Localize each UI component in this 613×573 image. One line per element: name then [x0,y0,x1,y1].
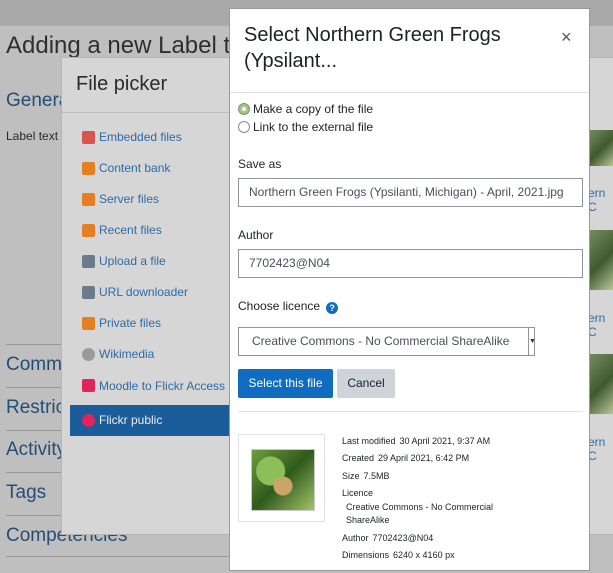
licence-select-value: Creative Commons - No Commercial ShareAl… [252,334,510,348]
choose-licence-text: Choose licence [238,299,321,313]
close-icon[interactable]: × [561,27,572,48]
repo-item-label: Private files [99,316,162,330]
result-thumbnail-label[interactable]: ern C [588,435,613,463]
dialog-header-divider [230,92,589,93]
result-thumbnail[interactable] [587,354,613,414]
private-files-icon [82,317,95,330]
select-file-button[interactable]: Select this file [238,369,333,398]
result-thumbnail[interactable] [587,230,613,290]
repo-item-label: Recent files [99,223,162,237]
repo-item-label: Wikimedia [99,347,155,361]
radio-label: Make a copy of the file [253,102,374,116]
meta-licence-value: ShareAlike [346,515,390,525]
chevron-down-icon: ▼ [528,328,536,355]
repo-item-content-bank[interactable]: Content bank [70,153,232,184]
file-preview [238,434,325,522]
meta-value: 29 April 2021, 6:42 PM [378,453,470,463]
radio-button-checked[interactable] [238,103,250,115]
frog-thumbnail-image [251,449,315,511]
meta-key: Dimensions [342,550,390,560]
repo-item-private-files[interactable]: Private files [70,308,232,339]
repo-item-label: Content bank [99,161,171,175]
repo-item-embedded-files[interactable]: Embedded files [70,122,232,153]
meta-key: Author [342,533,369,543]
meta-value: 7.5MB [363,471,390,481]
meta-key: Created [342,453,375,463]
flickr-icon [82,379,95,392]
embedded-files-icon [82,131,95,144]
repo-item-recent-files[interactable]: Recent files [70,215,232,246]
wikimedia-icon [82,348,95,361]
radio-button[interactable] [238,121,250,133]
meta-value: 7702423@N04 [372,533,434,543]
meta-author: Author 7702423@N04 [342,532,433,545]
meta-size: Size 7.5MB [342,470,390,483]
content-bank-icon [82,162,95,175]
result-thumbnail-label[interactable]: ern C [588,186,613,214]
repo-item-upload[interactable]: Upload a file [70,246,232,277]
licence-select[interactable]: Creative Commons - No Commercial ShareAl… [238,327,536,356]
result-thumbnail-label[interactable]: ern C [588,311,613,339]
result-thumbnail[interactable] [587,130,613,166]
repo-item-server-files[interactable]: Server files [70,184,232,215]
repo-item-label: Flickr public [99,413,163,427]
save-as-input[interactable]: Northern Green Frogs (Ypsilanti, Michiga… [238,178,583,207]
meta-licence-label: Licence [342,488,374,498]
cancel-button[interactable]: Cancel [337,369,395,398]
repo-item-label: Server files [99,192,160,206]
file-picker-title: File picker [76,73,168,95]
recent-files-icon [82,224,95,237]
repo-item-url-downloader[interactable]: URL downloader [70,277,232,308]
meta-dimensions: Dimensions 6240 x 4160 px [342,549,455,562]
radio-link-external[interactable]: Link to the external file [238,120,373,134]
repo-item-wikimedia[interactable]: Wikimedia [70,339,232,370]
meta-value: 6240 x 4160 px [393,550,455,560]
repo-item-label: Embedded files [99,130,182,144]
repo-item-label: Moodle to Flickr Access [99,379,226,393]
flickr-public-icon [82,414,95,427]
url-downloader-icon [82,286,95,299]
dialog-title: Select Northern Green Frogs (Ypsilant... [244,24,501,72]
meta-value: 30 April 2021, 9:37 AM [399,436,491,446]
server-files-icon [82,193,95,206]
choose-licence-label: Choose licence? [238,299,339,314]
help-icon[interactable]: ? [326,302,339,314]
save-as-label: Save as [238,157,282,171]
meta-key: Size [342,471,360,481]
repo-item-flickr-public[interactable]: Flickr public [70,405,232,436]
repo-item-moodle-to-flickr[interactable]: Moodle to Flickr Access [70,370,232,401]
meta-created: Created 29 April 2021, 6:42 PM [342,452,469,465]
meta-key: Last modified [342,436,396,446]
radio-label: Link to the external file [253,120,374,134]
file-picker-divider [62,112,232,113]
meta-last-modified: Last modified 30 April 2021, 9:37 AM [342,435,490,448]
author-label: Author [238,228,274,242]
meta-licence-value: Creative Commons - No Commercial [346,502,494,512]
author-input[interactable]: 7702423@N04 [238,249,583,278]
radio-make-copy[interactable]: Make a copy of the file [238,102,373,116]
repository-list: Embedded files Content bank Server files… [70,122,232,436]
repo-item-label: URL downloader [99,285,188,299]
upload-icon [82,255,95,268]
dialog-divider [238,411,583,412]
select-file-dialog: Select Northern Green Frogs (Ypsilant...… [229,8,590,571]
repo-item-label: Upload a file [99,254,166,268]
